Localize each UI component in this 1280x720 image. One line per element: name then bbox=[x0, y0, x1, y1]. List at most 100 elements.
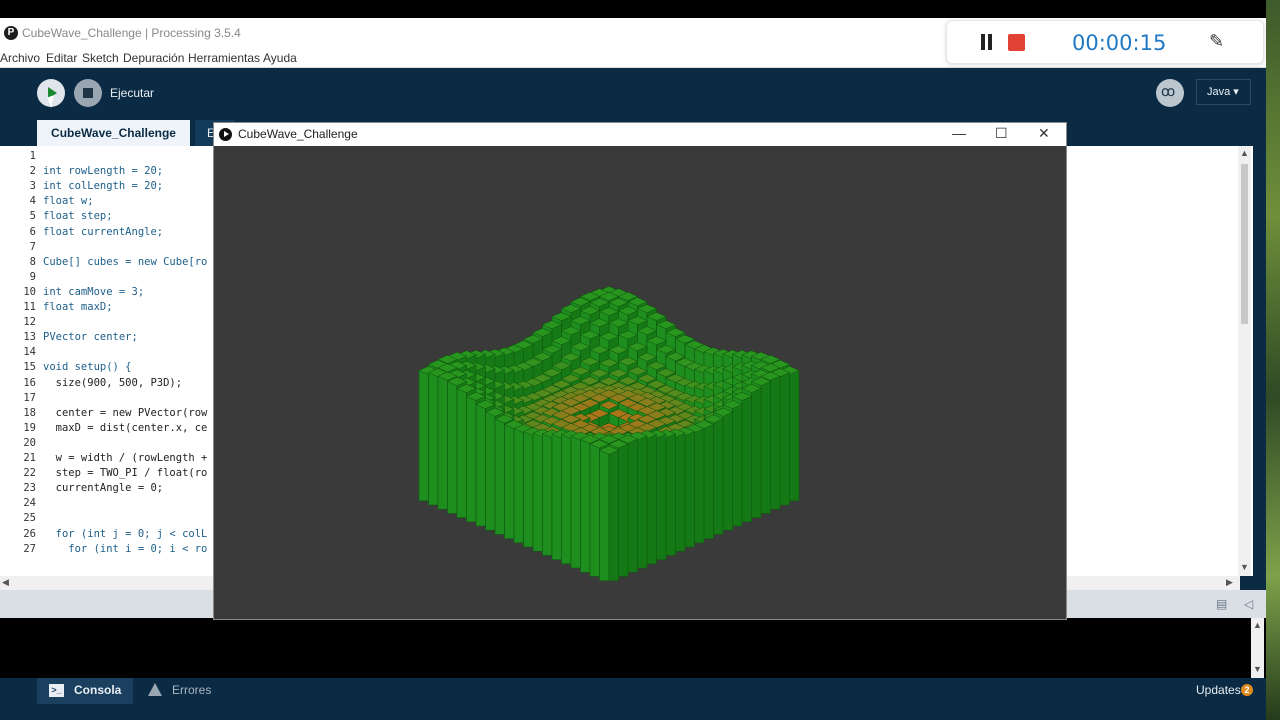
line-number: 20 bbox=[23, 436, 36, 449]
cube-side bbox=[561, 434, 572, 565]
line-number: 8 bbox=[29, 255, 36, 268]
line-number: 15 bbox=[23, 361, 36, 374]
cube-side bbox=[760, 381, 771, 514]
minimize-icon[interactable]: — bbox=[952, 125, 966, 141]
cube-side bbox=[732, 404, 743, 527]
code-text: float currentAngle; bbox=[43, 225, 164, 238]
updates-link[interactable]: Updates bbox=[1196, 683, 1241, 697]
line-number: 26 bbox=[23, 527, 36, 540]
menu-sketch[interactable]: Sketch bbox=[82, 51, 119, 65]
line-number: 2 bbox=[29, 165, 36, 178]
cube-side bbox=[456, 388, 467, 518]
line-number: 5 bbox=[29, 210, 36, 223]
scroll-left-icon[interactable]: ◀ bbox=[2, 577, 9, 588]
run-label: Ejecutar bbox=[110, 86, 155, 100]
updates-count-badge: 2 bbox=[1241, 684, 1253, 696]
cube-side bbox=[542, 433, 553, 556]
code-text: size(900, 500, P3D); bbox=[43, 376, 183, 389]
menu-editar[interactable]: Editar bbox=[46, 51, 77, 65]
console-panel[interactable]: ▲ ▼ bbox=[0, 618, 1266, 678]
cube-side bbox=[770, 375, 781, 510]
cube-wave-render bbox=[418, 286, 800, 581]
line-number: 23 bbox=[23, 482, 36, 495]
console-scroll-down-icon[interactable]: ▼ bbox=[1253, 664, 1262, 674]
code-text: step = TWO_PI / float(ro bbox=[43, 467, 208, 480]
maximize-icon[interactable]: ☐ bbox=[995, 125, 1008, 142]
screen: P CubeWave_Challenge | Processing 3.5.4 … bbox=[0, 0, 1280, 720]
cube-side bbox=[418, 370, 429, 502]
mode-selector[interactable]: Java ▾ bbox=[1196, 79, 1251, 105]
cube-side bbox=[532, 432, 543, 552]
console-tab[interactable]: >_ Consola bbox=[37, 678, 133, 704]
line-number: 16 bbox=[23, 376, 36, 389]
cube-side bbox=[466, 396, 477, 523]
debugger-button[interactable] bbox=[1156, 79, 1184, 107]
sketch-canvas[interactable] bbox=[214, 146, 1066, 619]
menu-depuracion[interactable]: Depuración bbox=[123, 51, 184, 65]
console-scroll-up-icon[interactable]: ▲ bbox=[1253, 620, 1262, 630]
sketch-window: CubeWave_Challenge — ☐ ✕ bbox=[213, 122, 1067, 620]
collapse-icon[interactable]: ◁ bbox=[1244, 597, 1253, 611]
cube-side bbox=[665, 433, 676, 556]
line-number: 9 bbox=[29, 270, 36, 283]
cube-side bbox=[779, 372, 790, 506]
errors-tab[interactable]: Errores bbox=[172, 683, 211, 697]
close-icon[interactable]: ✕ bbox=[1038, 125, 1050, 142]
line-number: 17 bbox=[23, 391, 36, 404]
bottom-bar: >_ Consola Errores Updates 2 bbox=[0, 678, 1266, 704]
cube-side bbox=[523, 431, 534, 548]
processing-app-icon: P bbox=[4, 26, 18, 40]
cube-side bbox=[694, 428, 705, 544]
scroll-down-icon[interactable]: ▼ bbox=[1240, 562, 1249, 572]
console-scrollbar[interactable]: ▲ ▼ bbox=[1251, 618, 1264, 678]
ide-window-title: CubeWave_Challenge | Processing 3.5.4 bbox=[22, 26, 241, 40]
cube-side bbox=[580, 438, 591, 573]
cube-side bbox=[589, 443, 600, 577]
line-number: 6 bbox=[29, 225, 36, 238]
tab-cubewave-challenge[interactable]: CubeWave_Challenge bbox=[37, 120, 190, 146]
editor-vertical-scrollbar[interactable]: ▲ ▼ bbox=[1238, 146, 1251, 576]
line-number: 24 bbox=[23, 497, 36, 510]
code-text: for (int i = 0; i < ro bbox=[43, 542, 208, 555]
line-number: 21 bbox=[23, 452, 36, 464]
menu-ayuda[interactable]: Ayuda bbox=[263, 51, 297, 65]
scroll-right-icon[interactable]: ▶ bbox=[1226, 577, 1233, 588]
code-text: w = width / (rowLength + bbox=[43, 452, 208, 464]
pen-icon[interactable]: ✎ bbox=[1209, 31, 1224, 52]
desktop-wallpaper bbox=[1266, 0, 1280, 720]
console-tab-label: Consola bbox=[74, 683, 122, 697]
cube-side bbox=[494, 418, 505, 535]
sketch-titlebar[interactable]: CubeWave_Challenge — ☐ ✕ bbox=[214, 123, 1066, 146]
recording-timer: 00:00:15 bbox=[1072, 31, 1167, 55]
menu-archivo[interactable]: Archivo bbox=[0, 51, 40, 65]
cube-side bbox=[713, 418, 724, 535]
line-number: 4 bbox=[29, 195, 36, 208]
line-number: 25 bbox=[23, 512, 36, 525]
code-text: float w; bbox=[43, 195, 94, 208]
warning-icon[interactable] bbox=[148, 683, 162, 696]
code-text: currentAngle = 0; bbox=[43, 482, 164, 495]
line-number: 13 bbox=[23, 331, 36, 344]
cube-side bbox=[570, 435, 581, 569]
scroll-up-icon[interactable]: ▲ bbox=[1240, 148, 1249, 158]
code-text: float maxD; bbox=[43, 301, 113, 313]
stop-button[interactable] bbox=[74, 79, 102, 107]
code-text: for (int j = 0; j < colL bbox=[43, 527, 208, 540]
stop-recording-icon[interactable] bbox=[1008, 34, 1025, 51]
code-text: Cube[] cubes = new Cube[ro bbox=[43, 255, 208, 268]
terminal-icon: >_ bbox=[49, 684, 64, 697]
clipboard-icon[interactable]: ▤ bbox=[1216, 597, 1227, 611]
cube-side bbox=[504, 424, 515, 539]
menu-herramientas[interactable]: Herramientas bbox=[188, 51, 260, 65]
cube-side bbox=[551, 433, 562, 560]
cube-side bbox=[608, 449, 619, 581]
scrollbar-thumb[interactable] bbox=[1241, 164, 1248, 324]
line-number: 7 bbox=[29, 240, 36, 253]
cube-side bbox=[646, 434, 657, 565]
cube-side bbox=[485, 411, 496, 531]
cube-side bbox=[703, 424, 714, 539]
pause-icon[interactable] bbox=[980, 34, 994, 52]
line-number: 1 bbox=[29, 150, 36, 162]
code-text: float step; bbox=[43, 210, 113, 223]
sketch-window-title: CubeWave_Challenge bbox=[238, 127, 358, 141]
